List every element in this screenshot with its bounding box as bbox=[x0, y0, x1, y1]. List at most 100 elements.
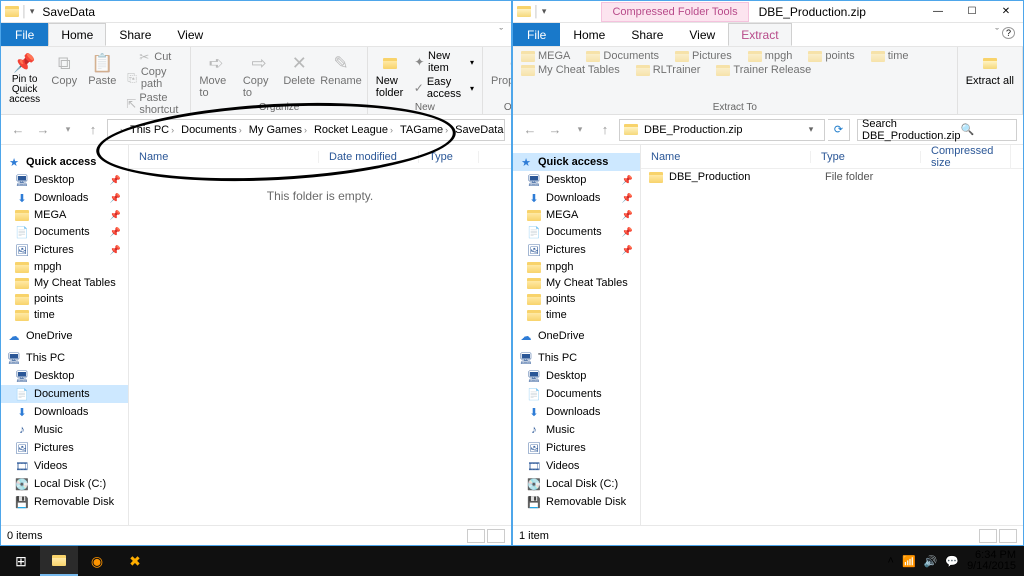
easy-access-button[interactable]: ✓Easy access▾ bbox=[410, 75, 478, 101]
tree-item[interactable]: 📄Documents bbox=[513, 385, 640, 403]
extract-dest[interactable]: RLTrainer bbox=[632, 63, 705, 77]
maximize-button[interactable]: ☐ bbox=[955, 1, 989, 23]
tray-notification-icon[interactable]: 💬 bbox=[945, 555, 959, 568]
new-item-button[interactable]: ✦New item▾ bbox=[410, 49, 478, 75]
tab-share[interactable]: Share bbox=[618, 23, 676, 46]
tree-item[interactable]: MEGA📌 bbox=[513, 207, 640, 223]
tree-quick-access[interactable]: ★Quick access bbox=[513, 153, 640, 171]
tree-item[interactable]: 💽Local Disk (C:) bbox=[1, 475, 128, 493]
up-button[interactable]: ↑ bbox=[82, 119, 104, 141]
tree-item-documents[interactable]: 📄Documents bbox=[1, 385, 128, 403]
tab-home[interactable]: Home bbox=[560, 23, 618, 46]
extract-dest[interactable]: MEGA bbox=[517, 49, 574, 63]
tree-item[interactable]: ♪Music bbox=[1, 421, 128, 439]
qat-dropdown-icon[interactable]: ▾ bbox=[542, 6, 547, 17]
extract-dest[interactable]: Pictures bbox=[671, 49, 736, 63]
nav-tree[interactable]: ★Quick access 🖥Desktop📌 ⬇Downloads📌 MEGA… bbox=[1, 145, 129, 525]
address-bar[interactable]: DBE_Production.zip ▾ bbox=[619, 119, 825, 141]
system-tray[interactable]: ˄ 📶 🔊 💬 6:34 PM9/14/2015 bbox=[888, 550, 1022, 572]
file-list[interactable]: This folder is empty. bbox=[129, 169, 511, 525]
rename-button[interactable]: ✎Rename bbox=[319, 49, 363, 89]
tree-item[interactable]: 🖼Pictures📌 bbox=[513, 241, 640, 259]
taskbar-app[interactable]: ✖ bbox=[116, 546, 154, 576]
tree-item[interactable]: points bbox=[1, 291, 128, 307]
file-tab[interactable]: File bbox=[1, 23, 48, 46]
tree-item[interactable]: mpgh bbox=[513, 259, 640, 275]
tree-item[interactable]: 📄Documents📌 bbox=[513, 223, 640, 241]
taskbar-explorer[interactable] bbox=[40, 546, 78, 576]
copy-to-button[interactable]: ⇨Copy to bbox=[239, 49, 279, 101]
list-item[interactable]: DBE_Production File folder bbox=[641, 169, 1023, 185]
tree-onedrive[interactable]: ☁OneDrive bbox=[1, 327, 128, 345]
extract-dest[interactable]: points bbox=[804, 49, 858, 63]
tray-chevron-icon[interactable]: ˄ bbox=[888, 555, 894, 567]
tree-item[interactable]: 💾Removable Disk bbox=[1, 493, 128, 511]
pin-quickaccess-button[interactable]: 📌Pin to Quick access bbox=[5, 49, 44, 107]
clock[interactable]: 6:34 PM9/14/2015 bbox=[967, 550, 1016, 572]
tab-view[interactable]: View bbox=[164, 23, 216, 46]
taskbar[interactable]: ⊞ ◉ ✖ ˄ 📶 🔊 💬 6:34 PM9/14/2015 bbox=[0, 546, 1024, 576]
tree-item[interactable]: 🖥Desktop📌 bbox=[513, 171, 640, 189]
tree-item[interactable]: 📄Documents📌 bbox=[1, 223, 128, 241]
tree-item[interactable]: 🖼Pictures📌 bbox=[1, 241, 128, 259]
paste-shortcut-button[interactable]: ⇱Paste shortcut bbox=[122, 91, 186, 115]
extract-dest[interactable]: mpgh bbox=[744, 49, 797, 63]
file-list[interactable]: DBE_Production File folder bbox=[641, 169, 1023, 525]
tree-item[interactable]: 🎞Videos bbox=[513, 457, 640, 475]
tree-item[interactable]: ⬇Downloads📌 bbox=[1, 189, 128, 207]
ribbon-collapse-icon[interactable]: ˇ ? bbox=[987, 23, 1023, 46]
tree-item[interactable]: 🖼Pictures bbox=[513, 439, 640, 457]
tray-network-icon[interactable]: 📶 bbox=[902, 555, 916, 568]
tree-item[interactable]: 💾Removable Disk bbox=[513, 493, 640, 511]
start-button[interactable]: ⊞ bbox=[2, 546, 40, 576]
tab-share[interactable]: Share bbox=[106, 23, 164, 46]
extract-dest[interactable]: time bbox=[867, 49, 913, 63]
back-button[interactable]: ← bbox=[519, 119, 541, 141]
tree-item[interactable]: 🎞Videos bbox=[1, 457, 128, 475]
extract-dest[interactable]: Trainer Release bbox=[712, 63, 815, 77]
col-name[interactable]: Name bbox=[129, 151, 319, 163]
properties-button[interactable]: ✔Properties bbox=[487, 49, 511, 89]
breadcrumb[interactable]: TAGame› bbox=[397, 124, 451, 136]
back-button[interactable]: ← bbox=[7, 119, 29, 141]
tree-this-pc[interactable]: 🖥This PC bbox=[513, 349, 640, 367]
nav-tree[interactable]: ★Quick access 🖥Desktop📌 ⬇Downloads📌 MEGA… bbox=[513, 145, 641, 525]
recent-dropdown[interactable]: ▾ bbox=[57, 119, 79, 141]
view-icons-button[interactable] bbox=[999, 529, 1017, 543]
tree-item[interactable]: 🖼Pictures bbox=[1, 439, 128, 457]
tab-extract[interactable]: Extract bbox=[728, 23, 791, 46]
new-folder-button[interactable]: New folder bbox=[372, 49, 408, 101]
qat-dropdown-icon[interactable]: ▾ bbox=[30, 6, 35, 17]
tree-item[interactable]: ⬇Downloads bbox=[1, 403, 128, 421]
tree-item[interactable]: MEGA📌 bbox=[1, 207, 128, 223]
col-name[interactable]: Name bbox=[641, 151, 811, 163]
forward-button[interactable]: → bbox=[32, 119, 54, 141]
tab-view[interactable]: View bbox=[676, 23, 728, 46]
tree-item[interactable]: 💽Local Disk (C:) bbox=[513, 475, 640, 493]
titlebar[interactable]: │▾ Compressed Folder Tools DBE_Productio… bbox=[513, 1, 1023, 23]
search-input[interactable]: Search DBE_Production.zip🔍 bbox=[857, 119, 1017, 141]
col-date[interactable]: Date modified bbox=[319, 151, 419, 163]
tree-item[interactable]: mpgh bbox=[1, 259, 128, 275]
close-button[interactable]: ✕ bbox=[989, 1, 1023, 23]
extract-all-button[interactable]: Extract all bbox=[962, 49, 1018, 89]
tree-item[interactable]: My Cheat Tables bbox=[513, 275, 640, 291]
move-to-button[interactable]: ➪Move to bbox=[195, 49, 236, 101]
refresh-button[interactable]: ⟳ bbox=[828, 119, 850, 141]
tree-item[interactable]: 🖥Desktop bbox=[513, 367, 640, 385]
breadcrumb[interactable]: DBE_Production.zip bbox=[641, 124, 745, 136]
recent-dropdown[interactable]: ▾ bbox=[569, 119, 591, 141]
view-details-button[interactable] bbox=[467, 529, 485, 543]
col-type[interactable]: Type bbox=[811, 151, 921, 163]
delete-button[interactable]: ✕Delete bbox=[281, 49, 317, 89]
tree-item[interactable]: ⬇Downloads📌 bbox=[513, 189, 640, 207]
tree-onedrive[interactable]: ☁OneDrive bbox=[513, 327, 640, 345]
tree-item[interactable]: ⬇Downloads bbox=[513, 403, 640, 421]
tree-item[interactable]: ♪Music bbox=[513, 421, 640, 439]
tree-item[interactable]: time bbox=[1, 307, 128, 323]
extract-dest[interactable]: Documents bbox=[582, 49, 663, 63]
paste-button[interactable]: 📋Paste bbox=[84, 49, 120, 89]
view-details-button[interactable] bbox=[979, 529, 997, 543]
address-bar[interactable]: › This PC› Documents› My Games› Rocket L… bbox=[107, 119, 505, 141]
view-icons-button[interactable] bbox=[487, 529, 505, 543]
